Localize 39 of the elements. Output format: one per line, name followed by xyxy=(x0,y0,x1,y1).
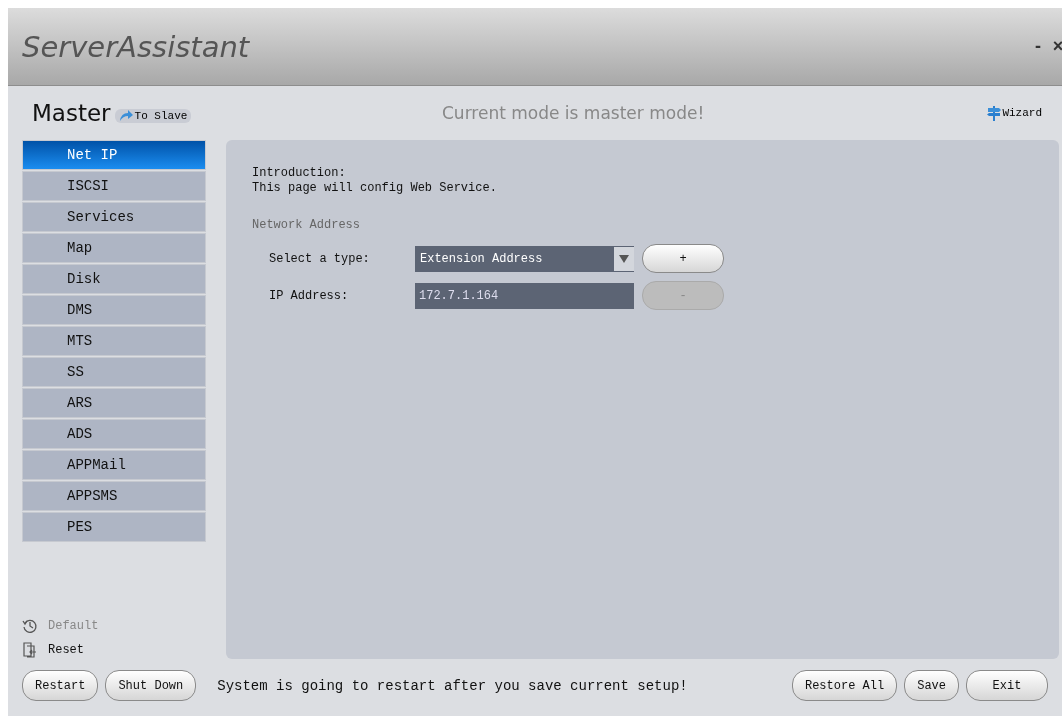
mode-title: Master xyxy=(32,100,111,126)
sidebar-item[interactable]: ISCSI xyxy=(22,171,206,201)
sidebar-item[interactable]: APPMail xyxy=(22,450,206,480)
sidebar-item[interactable]: ADS xyxy=(22,419,206,449)
sidebar-item[interactable]: Services xyxy=(22,202,206,232)
sidebar-item[interactable]: PES xyxy=(22,512,206,542)
sidebar-item[interactable]: MTS xyxy=(22,326,206,356)
ip-address-field[interactable]: 172.7.1.164 xyxy=(415,282,634,309)
intro-text: This page will config Web Service. xyxy=(252,181,498,196)
history-icon xyxy=(22,618,38,634)
to-slave-link[interactable]: To Slave xyxy=(114,109,192,123)
section-title: Network Address xyxy=(252,218,362,232)
window-title: ServerAssistant xyxy=(22,29,250,64)
intro-title: Introduction: xyxy=(252,166,347,181)
wizard-button[interactable]: Wizard xyxy=(987,105,1042,121)
document-arrow-icon xyxy=(22,642,38,658)
close-button[interactable]: × xyxy=(1052,36,1062,57)
footer-button[interactable]: Exit xyxy=(966,670,1048,701)
restart-notice: System is going to restart after you save current setup! xyxy=(216,677,689,694)
footer-button[interactable]: Save xyxy=(904,670,959,701)
minimize-button[interactable]: - xyxy=(1032,36,1044,57)
field-label: Select a type: xyxy=(269,251,371,266)
signpost-icon xyxy=(987,105,1002,121)
reset-button[interactable]: Reset xyxy=(22,642,217,658)
footer-button[interactable]: Restore All xyxy=(791,670,898,701)
sidebar-item[interactable]: Disk xyxy=(22,264,206,294)
sidebar-item[interactable]: Map xyxy=(22,233,206,263)
field-label: IP Address: xyxy=(269,288,350,303)
sidebar-item[interactable]: APPSMS xyxy=(22,481,206,511)
type-dropdown[interactable]: Extension Address xyxy=(415,245,634,272)
switch-arrow-icon xyxy=(118,110,133,122)
sidebar-item[interactable]: ARS xyxy=(22,388,206,418)
mode-status: Current mode is master mode! xyxy=(441,103,706,123)
footer-button[interactable]: Shut Down xyxy=(105,670,197,701)
sidebar-item[interactable]: DMS xyxy=(22,295,206,325)
footer-button[interactable]: Restart xyxy=(22,670,99,701)
sidebar-item[interactable]: SS xyxy=(22,357,206,387)
sidebar-item[interactable]: Net IP xyxy=(22,140,206,170)
add-button[interactable]: + xyxy=(642,244,724,273)
